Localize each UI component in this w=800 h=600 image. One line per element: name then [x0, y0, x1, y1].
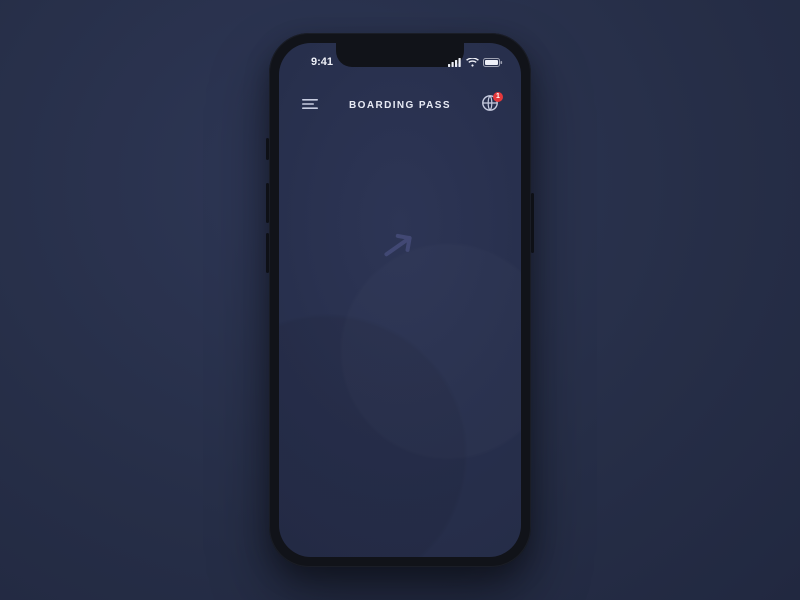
menu-icon	[302, 96, 318, 114]
app-header: BOARDING PASS 1	[279, 87, 521, 123]
status-time: 9:41	[297, 50, 347, 68]
status-bar: 9:41	[279, 43, 521, 75]
wifi-icon	[466, 58, 479, 67]
phone-screen: 9:41	[279, 43, 521, 557]
notification-badge: 1	[493, 92, 503, 102]
volume-down-button	[266, 233, 269, 273]
mockup-stage: 9:41	[0, 0, 800, 600]
status-indicators	[447, 52, 503, 67]
battery-icon	[483, 58, 503, 67]
loading-arrow-icon	[378, 224, 422, 273]
signal-icon	[448, 58, 462, 67]
menu-button[interactable]	[299, 94, 321, 116]
power-button	[531, 193, 534, 253]
side-button	[266, 138, 269, 160]
page-title: BOARDING PASS	[321, 100, 479, 111]
phone-frame: 9:41	[269, 33, 531, 567]
notifications-button[interactable]: 1	[479, 94, 501, 116]
volume-up-button	[266, 183, 269, 223]
